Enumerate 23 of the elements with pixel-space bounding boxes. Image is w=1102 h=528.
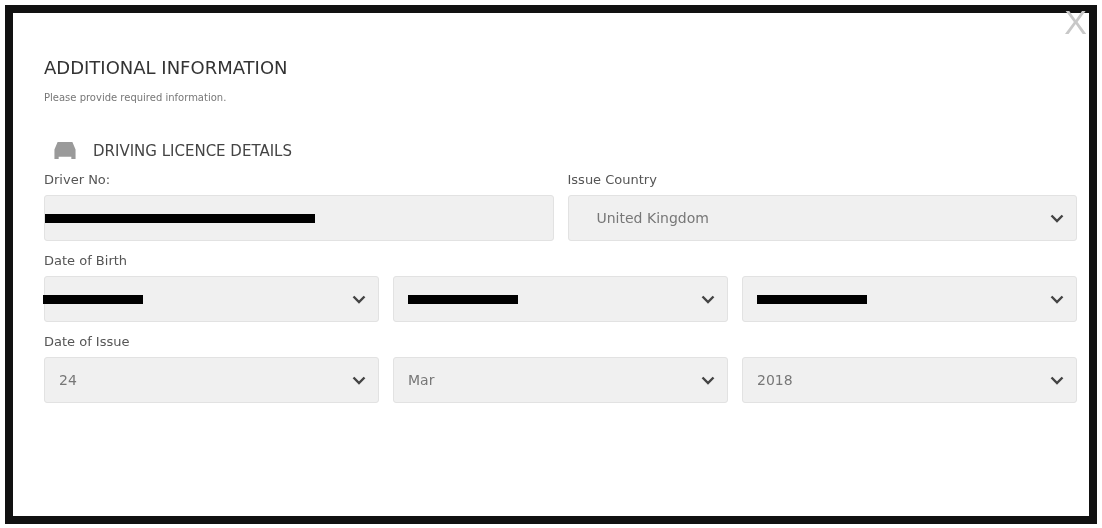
chevron-down-icon <box>352 294 366 304</box>
field-label: Driver No: <box>44 172 112 187</box>
select-field[interactable] <box>742 276 1077 322</box>
select-field[interactable]: United Kingdom <box>567 195 1077 241</box>
field-label: Issue Country <box>567 172 658 187</box>
chevron-down-icon <box>701 375 715 385</box>
select-field[interactable] <box>393 276 728 322</box>
chevron-down-icon <box>352 375 366 385</box>
field-label: Date of Birth <box>44 253 129 268</box>
chevron-down-icon <box>1050 375 1064 385</box>
select-field[interactable]: 24 <box>44 357 379 403</box>
select-field[interactable] <box>44 276 379 322</box>
chevron-down-icon <box>1050 213 1064 223</box>
dialog-subtitle: Please provide required information. <box>44 92 228 103</box>
dialog-title: ADDITIONAL INFORMATION <box>44 57 289 78</box>
section-title: DRIVING LICENCE DETAILS <box>93 141 292 160</box>
chevron-down-icon <box>1050 294 1064 304</box>
field-label: Date of Issue <box>44 334 131 349</box>
select-field[interactable]: 2018 <box>742 357 1077 403</box>
car-icon <box>53 141 77 160</box>
select-field[interactable]: Mar <box>393 357 728 403</box>
input-field[interactable] <box>44 195 554 241</box>
chevron-down-icon <box>701 294 715 304</box>
